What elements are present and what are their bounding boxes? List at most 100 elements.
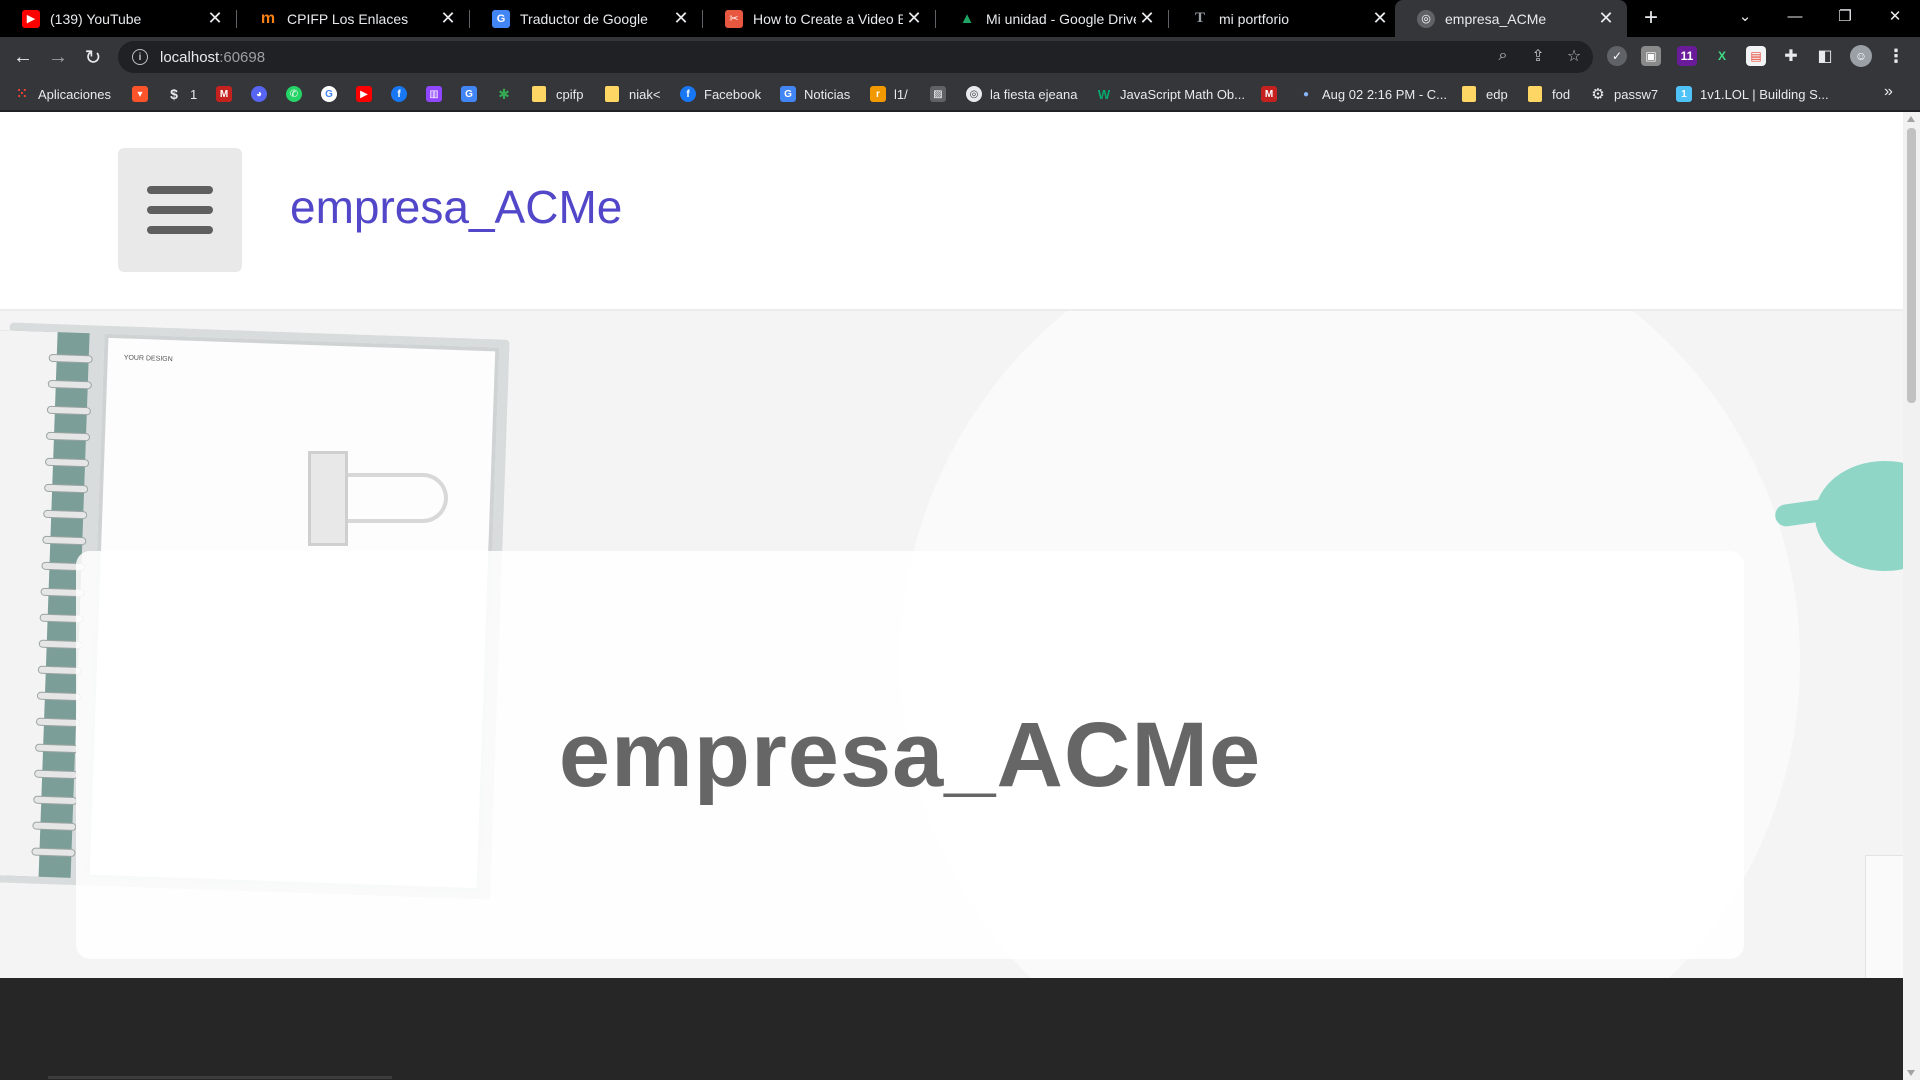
hamburger-line [147, 206, 213, 214]
browser-menu-icon[interactable]: ⋮ [1886, 46, 1906, 66]
share-icon[interactable]: ⇪ [1527, 45, 1549, 67]
bookmark-image[interactable]: ▨ [930, 83, 954, 105]
tab-youtube[interactable]: ▶ (139) YouTube ✕ [0, 0, 236, 37]
tab-google-drive[interactable]: ▲ Mi unidad - Google Drive ✕ [936, 0, 1168, 37]
page-scrollbar[interactable] [1903, 112, 1920, 1080]
1v1lol-icon: 1 [1676, 86, 1692, 102]
close-icon[interactable]: ✕ [437, 8, 459, 30]
tab-cpifp[interactable]: m CPIFP Los Enlaces ✕ [237, 0, 469, 37]
bookmark-folder-fod[interactable]: fod [1528, 83, 1570, 105]
brave-icon: ▾ [132, 86, 148, 102]
close-icon[interactable]: ✕ [670, 8, 692, 30]
window-close-button[interactable]: ✕ [1872, 0, 1918, 32]
bookmark-folder-cpifp[interactable]: cpifp [532, 83, 583, 105]
zoom-icon[interactable]: ⌕ [1492, 45, 1514, 67]
profile-avatar[interactable]: ☺ [1850, 45, 1872, 67]
bookmark-discord[interactable]: ◕ [251, 83, 275, 105]
bookmark-gmail-2[interactable]: M [1261, 83, 1285, 105]
bookmark-youtube[interactable]: ▶ [356, 83, 380, 105]
folder-icon [532, 86, 546, 102]
site-info-icon[interactable]: i [132, 49, 148, 65]
tab-title: mi portforio [1219, 10, 1290, 27]
bookmark-facebook[interactable]: f [391, 83, 415, 105]
tab-translate[interactable]: G Traductor de Google ✕ [470, 0, 702, 37]
moodle-icon: m [260, 9, 276, 27]
address-bar[interactable]: i localhost:60698 [118, 41, 1593, 73]
tab-video-background[interactable]: ✂ How to Create a Video Back ✕ [703, 0, 935, 37]
bookmark-gmail[interactable]: M [216, 83, 240, 105]
side-panel-icon[interactable]: ◧ [1815, 46, 1835, 66]
globe-icon: ◎ [966, 86, 982, 102]
bookmark-pinwheel[interactable]: ✱ [496, 83, 520, 105]
new-tab-button[interactable]: + [1637, 4, 1665, 32]
bookmark-aug-02[interactable]: ● Aug 02 2:16 PM - C... [1298, 83, 1447, 105]
scroll-down-arrow-icon[interactable] [1907, 1070, 1915, 1076]
bookmark-google[interactable]: G [321, 83, 345, 105]
bookmark-brave[interactable]: ▾ [132, 83, 156, 105]
google-news-icon: G [780, 86, 796, 102]
binder-clip-illustration [308, 451, 448, 546]
bookmark-label: Aug 02 2:16 PM - C... [1322, 86, 1448, 102]
tab-search-chevron-icon[interactable]: ⌄ [1722, 0, 1768, 32]
site-header: empresa_ACMe [0, 112, 1903, 311]
bookmark-javascript-math[interactable]: W JavaScript Math Ob... [1096, 83, 1245, 105]
bookmark-1v1lol[interactable]: 1 1v1.LOL | Building S... [1676, 83, 1829, 105]
bookmark-folder-niak[interactable]: niak< [605, 83, 660, 105]
close-icon[interactable]: ✕ [1136, 8, 1158, 30]
bookmark-aplicaciones[interactable]: ⁙ Aplicaciones [14, 83, 111, 105]
forward-button[interactable]: → [42, 41, 74, 73]
bookmark-label: edp [1486, 86, 1508, 102]
rtve-icon: r [870, 86, 886, 102]
folder-icon [1462, 86, 1476, 102]
bookmark-label: la fiesta ejeana [990, 86, 1078, 102]
facebook-icon: f [680, 86, 696, 102]
minimize-button[interactable]: — [1772, 0, 1818, 32]
bookmark-label: l1/ [894, 86, 908, 102]
close-icon[interactable]: ✕ [903, 8, 925, 30]
hamburger-line [147, 186, 213, 194]
scrollbar-thumb[interactable] [1907, 128, 1916, 403]
scroll-up-arrow-icon[interactable] [1907, 116, 1915, 122]
hamburger-menu-button[interactable] [118, 148, 242, 272]
bookmark-label: passw7 [1614, 86, 1659, 102]
site-brand-link[interactable]: empresa_ACMe [290, 180, 622, 234]
bookmark-twitch[interactable]: ▥ [426, 83, 450, 105]
hero-title: empresa_ACMe [558, 703, 1262, 806]
back-button[interactable]: ← [7, 41, 39, 73]
gear-icon: ⚙ [1591, 86, 1605, 103]
twitch-icon: ▥ [426, 86, 442, 102]
more-bookmarks-icon[interactable]: » [1884, 83, 1893, 101]
reload-button[interactable]: ↻ [77, 41, 109, 73]
bookmark-label: Facebook [704, 86, 762, 102]
bookmark-facebook-label[interactable]: f Facebook [680, 83, 761, 105]
close-icon[interactable]: ✕ [1369, 8, 1391, 30]
bookmark-label: niak< [629, 86, 661, 102]
pinwheel-icon: ✱ [498, 85, 510, 102]
x-extension-icon[interactable]: X [1712, 46, 1732, 66]
close-icon[interactable]: ✕ [1595, 8, 1617, 30]
restore-button[interactable]: ❐ [1822, 0, 1868, 32]
extensions-puzzle-icon[interactable]: ✚ [1781, 46, 1801, 66]
shield-extension-icon[interactable]: ✓ [1607, 46, 1627, 66]
bookmark-translate[interactable]: G [461, 83, 485, 105]
dot-icon: ● [1302, 88, 1310, 100]
bookmark-folder-edp[interactable]: edp [1462, 83, 1508, 105]
extension-badge-icon[interactable]: 11 [1677, 46, 1697, 66]
bookmark-noticias[interactable]: G Noticias [780, 83, 850, 105]
apps-grid-icon: ⁙ [16, 86, 28, 101]
bookmark-l1[interactable]: r l1/ [870, 83, 908, 105]
tab-title: CPIFP Los Enlaces [287, 10, 409, 27]
bookmark-passw7[interactable]: ⚙ passw7 [1590, 83, 1658, 105]
bookmark-s[interactable]: $ 1 [166, 83, 197, 105]
tab-empresa-acme[interactable]: ◎ empresa_ACMe ✕ [1395, 0, 1627, 37]
whatsapp-icon: ✆ [286, 86, 302, 102]
bookmark-whatsapp[interactable]: ✆ [286, 83, 310, 105]
tab-title: Traductor de Google [520, 10, 648, 27]
tab-portfolio[interactable]: T mi portforio ✕ [1169, 0, 1401, 37]
extension-icon[interactable]: ▣ [1641, 46, 1661, 66]
bookmark-star-icon[interactable]: ☆ [1563, 45, 1585, 67]
calendar-extension-icon[interactable]: ▤ [1746, 46, 1766, 66]
bookmark-la-fiesta-ejeana[interactable]: ◎ la fiesta ejeana [966, 83, 1077, 105]
hero-section: YOUR DESIGN empresa_ACMe [0, 311, 1903, 978]
close-icon[interactable]: ✕ [204, 8, 226, 30]
